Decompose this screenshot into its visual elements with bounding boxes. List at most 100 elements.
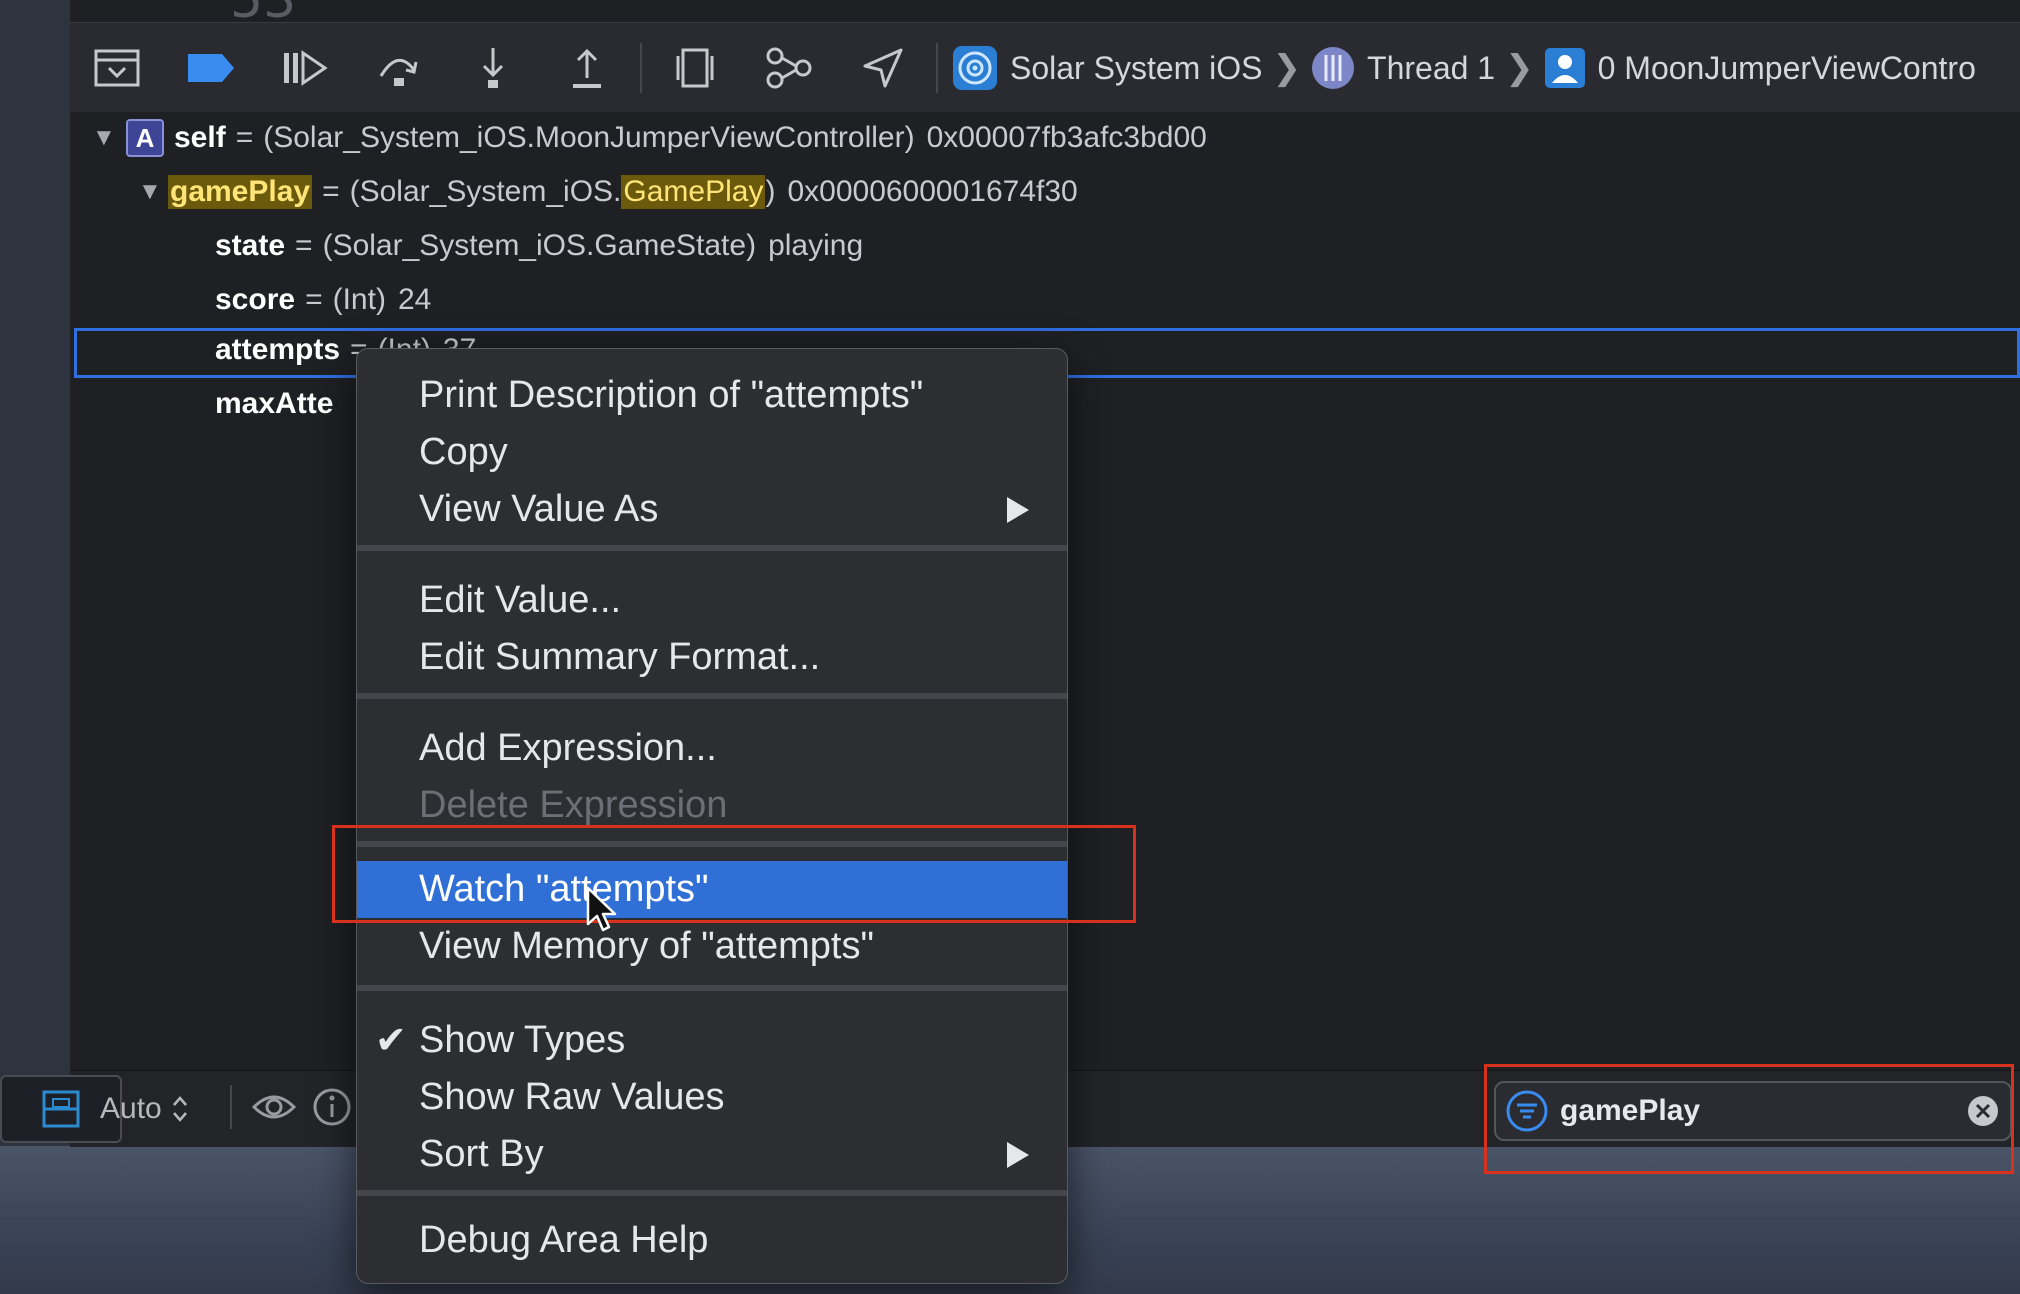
menu-item-show-types[interactable]: ✔ Show Types: [357, 1012, 1067, 1069]
debug-toolbar: Solar System iOS ❯ Thread 1 ❯ 0 MoonJump…: [70, 22, 2020, 114]
simulate-location-button[interactable]: [836, 23, 930, 113]
menu-item-view-value-as[interactable]: View Value As: [357, 481, 1067, 538]
breakpoints-toggle-button[interactable]: [164, 23, 258, 113]
equals-sign: =: [295, 229, 313, 262]
breakpoint-icon: [188, 54, 234, 82]
annotation-box-watch: [332, 825, 1136, 923]
menu-item-edit-summary-format[interactable]: Edit Summary Format...: [357, 629, 1067, 686]
debug-breadcrumb: Solar System iOS ❯ Thread 1 ❯ 0 MoonJump…: [944, 23, 1976, 113]
disclosure-triangle-icon[interactable]: ▼: [92, 124, 122, 152]
step-out-icon: [573, 48, 601, 88]
equals-sign: =: [322, 175, 340, 208]
chevron-right-icon: ❯: [1272, 49, 1302, 87]
menu-item-label: Delete Expression: [419, 784, 728, 826]
mouse-cursor-icon: [586, 886, 617, 932]
up-down-chevron-icon: [172, 1096, 187, 1122]
variable-value: 0x0000600001674f30: [787, 175, 1078, 208]
variable-name: maxAtte: [215, 387, 334, 420]
variable-type-suffix: ): [765, 175, 776, 208]
variable-name: state: [215, 229, 286, 262]
equals-sign: =: [305, 283, 323, 316]
step-into-button[interactable]: [446, 23, 540, 113]
variable-row-score[interactable]: score = (Int) 24: [70, 273, 2020, 327]
step-into-icon: [482, 48, 504, 88]
step-over-icon: [379, 59, 418, 86]
menu-item-label: Print Description of "attempts": [419, 374, 924, 416]
menu-item-debug-area-help[interactable]: Debug Area Help: [357, 1212, 1067, 1269]
variable-type: (Int): [332, 283, 386, 316]
location-arrow-icon: [863, 48, 903, 88]
submenu-arrow-icon: [1007, 1142, 1029, 1168]
variable-row-state[interactable]: state = (Solar_System_iOS.GameState) pla…: [70, 219, 2020, 273]
menu-item-add-expression[interactable]: Add Expression...: [357, 720, 1067, 777]
view-hierarchy-icon: [676, 48, 714, 88]
submenu-arrow-icon: [1007, 497, 1029, 523]
variable-type-match: GamePlay: [621, 175, 766, 209]
chevron-right-icon: ❯: [1505, 49, 1534, 87]
menu-item-label: Copy: [419, 431, 508, 473]
menu-item-print-description[interactable]: Print Description of "attempts": [357, 367, 1067, 424]
annotation-box-filter: [1484, 1064, 2014, 1174]
variable-type-prefix: (Solar_System_iOS.: [349, 175, 622, 208]
access-badge-icon: A: [126, 119, 164, 157]
navigator-strip: [0, 0, 71, 1146]
menu-item-label: Show Raw Values: [419, 1076, 725, 1118]
menu-item-edit-value[interactable]: Edit Value...: [357, 572, 1067, 629]
menu-item-copy[interactable]: Copy: [357, 424, 1067, 481]
breadcrumb-app-label: Solar System iOS: [1010, 49, 1263, 86]
breadcrumb-frame[interactable]: 0 MoonJumperViewContro: [1544, 47, 1976, 89]
menu-separator: [357, 1190, 1067, 1196]
menu-item-sort-by[interactable]: Sort By: [357, 1126, 1067, 1183]
variable-value: 0x00007fb3afc3bd00: [926, 121, 1207, 154]
breadcrumb-thread[interactable]: Thread 1: [1311, 46, 1495, 90]
variable-name: attempts: [215, 333, 341, 366]
bottom-bar-separator: [230, 1085, 232, 1129]
menu-item-label: Show Types: [419, 1019, 626, 1061]
menu-separator: [357, 545, 1067, 551]
menu-separator: [357, 693, 1067, 699]
scope-select-label: Auto: [100, 1092, 162, 1125]
debug-memory-graph-button[interactable]: [742, 23, 836, 113]
app-target-icon: [953, 46, 997, 90]
step-out-button[interactable]: [540, 23, 634, 113]
hide-panel-icon: [94, 49, 140, 87]
hide-debug-area-button[interactable]: [70, 23, 164, 113]
layout-icon: [42, 1090, 80, 1128]
info-icon: [313, 1088, 351, 1126]
breadcrumb-frame-label: 0 MoonJumperViewContro: [1597, 49, 1976, 86]
menu-item-label: View Memory of "attempts": [419, 925, 874, 967]
user-frame-icon: [1544, 48, 1585, 88]
variables-scope-select[interactable]: Auto: [100, 1084, 188, 1134]
checkmark-icon: ✔: [375, 1020, 407, 1062]
variable-row-self[interactable]: ▼ A self = (Solar_System_iOS.MoonJumperV…: [70, 111, 2020, 165]
continue-button[interactable]: [258, 23, 352, 113]
menu-item-label: Sort By: [419, 1133, 544, 1175]
toolbar-separator: [936, 43, 938, 93]
context-menu: Print Description of "attempts" Copy Vie…: [356, 348, 1068, 1284]
variable-value: 24: [397, 283, 432, 316]
menu-item-label: Edit Summary Format...: [419, 636, 821, 678]
variable-row-gameplay[interactable]: ▼ gamePlay = (Solar_System_iOS. GamePlay)…: [70, 165, 2020, 219]
variable-value: playing: [768, 229, 864, 262]
line-number: 53: [230, 0, 296, 22]
variable-name: self: [174, 121, 226, 154]
toolbar-separator: [640, 43, 642, 93]
menu-item-show-raw-values[interactable]: Show Raw Values: [357, 1069, 1067, 1126]
variable-name: score: [215, 283, 296, 316]
quick-look-button[interactable]: [251, 1087, 297, 1132]
menu-item-label: Add Expression...: [419, 727, 717, 769]
breadcrumb-thread-label: Thread 1: [1367, 49, 1496, 86]
equals-sign: =: [235, 121, 254, 154]
variable-type: (Solar_System_iOS.GameState): [322, 229, 757, 262]
menu-item-label: Edit Value...: [419, 579, 622, 621]
menu-item-label: View Value As: [419, 488, 659, 530]
breadcrumb-app[interactable]: Solar System iOS: [952, 45, 1263, 91]
debug-view-hierarchy-button[interactable]: [648, 23, 742, 113]
step-over-button[interactable]: [352, 23, 446, 113]
disclosure-triangle-icon[interactable]: ▼: [138, 178, 168, 206]
menu-item-view-memory[interactable]: View Memory of "attempts": [357, 918, 1067, 975]
print-description-button[interactable]: [312, 1087, 352, 1132]
variable-name: gamePlay: [168, 175, 313, 209]
code-editor-remnant: 53: [70, 0, 2020, 22]
memory-graph-icon: [766, 47, 812, 89]
